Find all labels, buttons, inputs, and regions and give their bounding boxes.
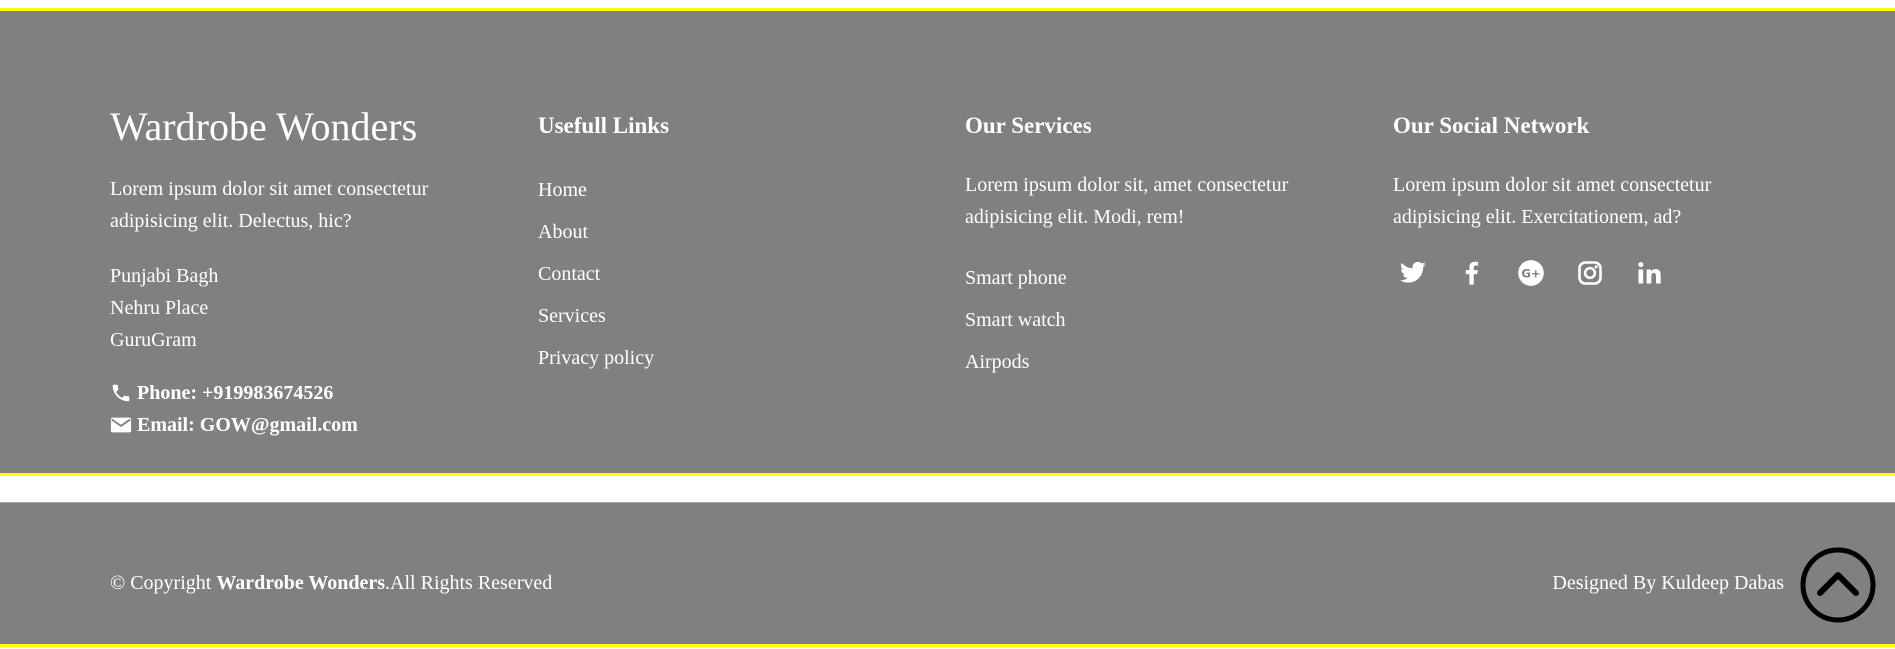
copyright-prefix: © Copyright xyxy=(110,572,217,594)
phone-line: Phone: +919983674526 xyxy=(110,377,333,409)
chevron-up-circle-icon xyxy=(1800,547,1876,623)
services-list: Smart phone Smart watch Airpods xyxy=(965,262,1067,388)
address-line: GuruGram xyxy=(110,329,197,351)
phone-icon xyxy=(110,382,132,404)
services-description: Lorem ipsum dolor sit, amet consectetur … xyxy=(965,174,1289,228)
social-heading: Our Social Network xyxy=(1393,113,1590,138)
phone-number[interactable]: +919983674526 xyxy=(202,377,333,409)
svg-text:G+: G+ xyxy=(1521,267,1540,281)
links-heading: Usefull Links xyxy=(538,113,670,138)
envelope-icon xyxy=(110,414,132,436)
service-link-smart-phone[interactable]: Smart phone xyxy=(965,262,1067,304)
address: Punjabi Bagh Nehru Place GuruGram xyxy=(110,260,218,356)
email-line: Email: GOW@gmail.com xyxy=(110,409,358,441)
email-address[interactable]: GOW@gmail.com xyxy=(200,409,358,441)
footer-link-about[interactable]: About xyxy=(538,216,654,258)
copyright-suffix: .All Rights Reserved xyxy=(385,572,553,594)
instagram-icon[interactable] xyxy=(1570,253,1610,293)
social-description: Lorem ipsum dolor sit amet consectetur a… xyxy=(1393,174,1712,228)
services-heading: Our Services xyxy=(965,113,1092,138)
designed-by: Designed By Kuldeep Dabas xyxy=(1552,572,1784,594)
address-line: Nehru Place xyxy=(110,297,209,319)
about-description: Lorem ipsum dolor sit amet consectetur a… xyxy=(110,178,429,232)
service-link-airpods[interactable]: Airpods xyxy=(965,346,1067,388)
footer-link-contact[interactable]: Contact xyxy=(538,258,654,300)
footer-link-home[interactable]: Home xyxy=(538,174,654,216)
twitter-icon[interactable] xyxy=(1393,253,1433,293)
footer-bottom: © Copyright Wardrobe Wonders.All Rights … xyxy=(0,502,1895,647)
google-plus-icon[interactable]: G+ xyxy=(1511,253,1551,293)
phone-label: Phone: xyxy=(137,382,197,404)
service-link-smart-watch[interactable]: Smart watch xyxy=(965,304,1067,346)
address-line: Punjabi Bagh xyxy=(110,265,219,287)
facebook-icon[interactable] xyxy=(1452,253,1492,293)
useful-links-list: Home About Contact Services Privacy poli… xyxy=(538,174,654,384)
linkedin-icon[interactable] xyxy=(1629,253,1669,293)
scroll-to-top-button[interactable] xyxy=(1800,547,1876,623)
footer-link-privacy-policy[interactable]: Privacy policy xyxy=(538,342,654,384)
footer-brand: Wardrobe Wonders xyxy=(110,104,418,149)
email-label: Email: xyxy=(137,414,195,436)
social-icons: G+ xyxy=(1393,253,1688,293)
footer-top: Wardrobe Wonders Lorem ipsum dolor sit a… xyxy=(0,8,1895,476)
footer-link-services[interactable]: Services xyxy=(538,300,654,342)
copyright: © Copyright Wardrobe Wonders.All Rights … xyxy=(110,567,552,599)
copyright-brand: Wardrobe Wonders xyxy=(216,572,386,594)
